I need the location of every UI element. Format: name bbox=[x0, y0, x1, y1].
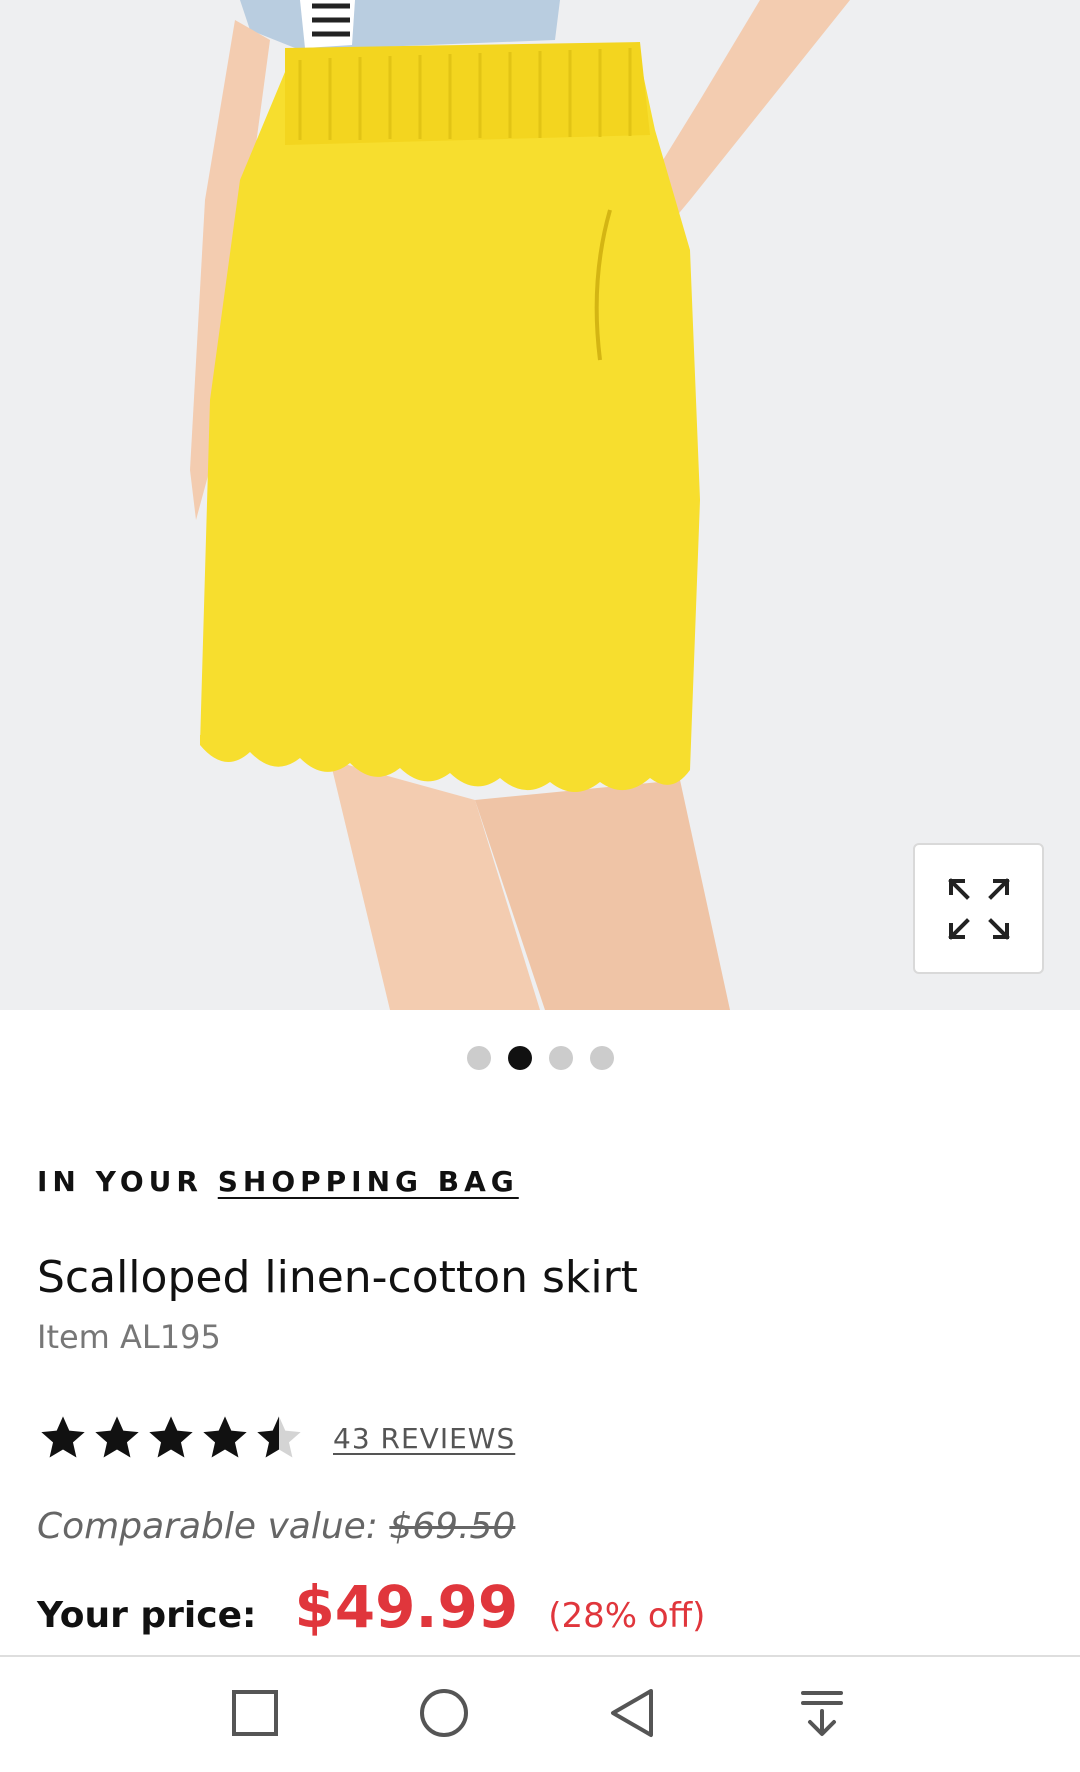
discount-badge: (28% off) bbox=[548, 1596, 706, 1636]
carousel-dot-1[interactable] bbox=[466, 1046, 491, 1070]
product-title: Scalloped linen-cotton skirt bbox=[37, 1252, 638, 1303]
rating-row: 43 REVIEWS bbox=[37, 1412, 515, 1464]
system-nav-bar bbox=[0, 1655, 1080, 1772]
carousel-indicator bbox=[0, 1045, 1080, 1071]
price-row: Your price: $49.99 (28% off) bbox=[37, 1573, 705, 1653]
star-half-icon bbox=[257, 1416, 301, 1458]
reviews-link[interactable]: 43 REVIEWS bbox=[333, 1422, 515, 1455]
bag-status-prefix: IN YOUR bbox=[37, 1165, 203, 1198]
comparable-value: Comparable value: $69.50 bbox=[37, 1506, 515, 1547]
product-image[interactable] bbox=[0, 0, 1080, 1010]
comparable-price: $69.50 bbox=[389, 1506, 516, 1547]
comparable-label: Comparable value: bbox=[37, 1506, 378, 1547]
notification-pull-down-icon bbox=[801, 1691, 843, 1736]
star-full-icon bbox=[149, 1416, 193, 1458]
home-circle-icon bbox=[420, 1689, 468, 1737]
star-full-icon bbox=[95, 1416, 139, 1458]
star-full-icon bbox=[203, 1416, 247, 1458]
carousel-dot-4[interactable] bbox=[589, 1046, 614, 1070]
price-label: Your price: bbox=[37, 1595, 257, 1636]
carousel-dot-3[interactable] bbox=[548, 1046, 573, 1070]
star-full-icon bbox=[41, 1416, 85, 1458]
expand-arrows-icon bbox=[947, 877, 1010, 940]
carousel-dot-2-active[interactable] bbox=[507, 1046, 532, 1070]
notification-pull-down-button[interactable] bbox=[790, 1681, 854, 1745]
home-button[interactable] bbox=[412, 1681, 476, 1745]
back-triangle-icon bbox=[611, 1689, 653, 1737]
bag-status: IN YOUR SHOPPING BAG bbox=[37, 1165, 519, 1198]
recents-button[interactable] bbox=[223, 1681, 287, 1745]
sale-price: $49.99 bbox=[294, 1573, 519, 1641]
shopping-bag-link[interactable]: SHOPPING BAG bbox=[218, 1165, 519, 1198]
item-number: Item AL195 bbox=[37, 1318, 221, 1356]
expand-image-button[interactable] bbox=[913, 843, 1044, 974]
back-button[interactable] bbox=[600, 1681, 664, 1745]
star-rating bbox=[37, 1412, 305, 1464]
recents-square-icon bbox=[232, 1690, 278, 1736]
